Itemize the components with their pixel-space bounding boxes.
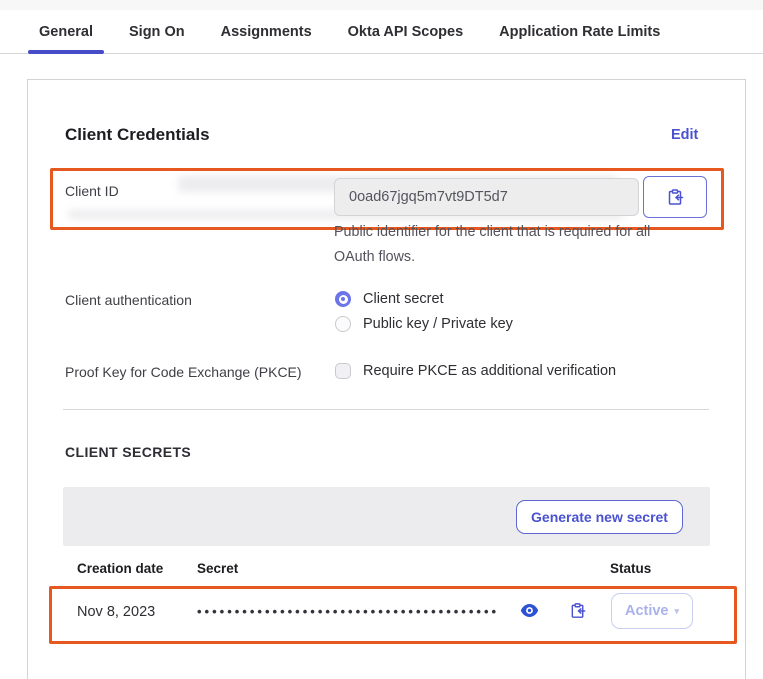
copy-to-clipboard-icon bbox=[666, 188, 685, 207]
chevron-down-icon: ▾ bbox=[675, 606, 680, 617]
client-id-input[interactable]: 0oad67jgq5m7vt9DT5d7 bbox=[334, 178, 639, 216]
column-header-creation-date: Creation date bbox=[77, 561, 163, 576]
tab-sign-on[interactable]: Sign On bbox=[129, 10, 185, 53]
reveal-secret-button[interactable] bbox=[520, 603, 539, 618]
top-strip bbox=[0, 0, 763, 10]
radio-dot bbox=[341, 297, 346, 302]
client-credentials-title: Client Credentials bbox=[65, 125, 210, 145]
tab-general-label: General bbox=[39, 24, 93, 40]
tab-general[interactable]: General bbox=[39, 10, 93, 53]
column-header-secret: Secret bbox=[197, 561, 238, 576]
status-dropdown-button[interactable]: Active ▾ bbox=[611, 593, 693, 629]
radio-ring bbox=[339, 295, 348, 304]
tab-bar: General Sign On Assignments Okta API Sco… bbox=[0, 10, 763, 54]
masked-secret-value: •••••••••••••••••••••••••••••••••••••••• bbox=[197, 604, 499, 619]
tab-okta-api-scopes[interactable]: Okta API Scopes bbox=[348, 10, 464, 53]
tab-assignments[interactable]: Assignments bbox=[221, 10, 312, 53]
copy-secret-button[interactable] bbox=[569, 602, 587, 620]
client-id-label: Client ID bbox=[65, 183, 119, 199]
client-secrets-toolbar: Generate new secret bbox=[63, 487, 710, 546]
edit-link[interactable]: Edit bbox=[671, 127, 698, 143]
tab-application-rate-limits-label: Application Rate Limits bbox=[499, 24, 660, 40]
client-authentication-label: Client authentication bbox=[65, 292, 192, 308]
tab-sign-on-label: Sign On bbox=[129, 24, 185, 40]
pkce-label: Proof Key for Code Exchange (PKCE) bbox=[65, 364, 302, 380]
client-id-help-line2: OAuth flows. bbox=[334, 245, 650, 270]
client-secrets-heading: CLIENT SECRETS bbox=[65, 444, 191, 460]
client-id-help-text: Public identifier for the client that is… bbox=[334, 220, 650, 270]
eye-icon bbox=[520, 603, 539, 618]
radio-public-private-key-label[interactable]: Public key / Private key bbox=[363, 316, 513, 332]
generate-new-secret-button[interactable]: Generate new secret bbox=[516, 500, 683, 534]
tab-application-rate-limits[interactable]: Application Rate Limits bbox=[499, 10, 660, 53]
status-label: Active bbox=[625, 603, 669, 619]
radio-public-private-key[interactable] bbox=[335, 316, 351, 332]
pkce-checkbox[interactable] bbox=[335, 363, 351, 379]
column-header-status: Status bbox=[610, 561, 651, 576]
secret-creation-date: Nov 8, 2023 bbox=[77, 604, 155, 620]
tab-assignments-label: Assignments bbox=[221, 24, 312, 40]
radio-client-secret[interactable] bbox=[335, 291, 351, 307]
client-id-help-line1: Public identifier for the client that is… bbox=[334, 220, 650, 245]
pkce-checkbox-label[interactable]: Require PKCE as additional verification bbox=[363, 363, 616, 379]
general-settings-card: Client Credentials Edit Client ID 0oad67… bbox=[27, 79, 746, 679]
tab-okta-api-scopes-label: Okta API Scopes bbox=[348, 24, 464, 40]
copy-to-clipboard-icon bbox=[569, 602, 587, 620]
section-divider bbox=[63, 409, 709, 410]
radio-client-secret-label[interactable]: Client secret bbox=[363, 291, 444, 307]
copy-client-id-button[interactable] bbox=[643, 176, 707, 218]
